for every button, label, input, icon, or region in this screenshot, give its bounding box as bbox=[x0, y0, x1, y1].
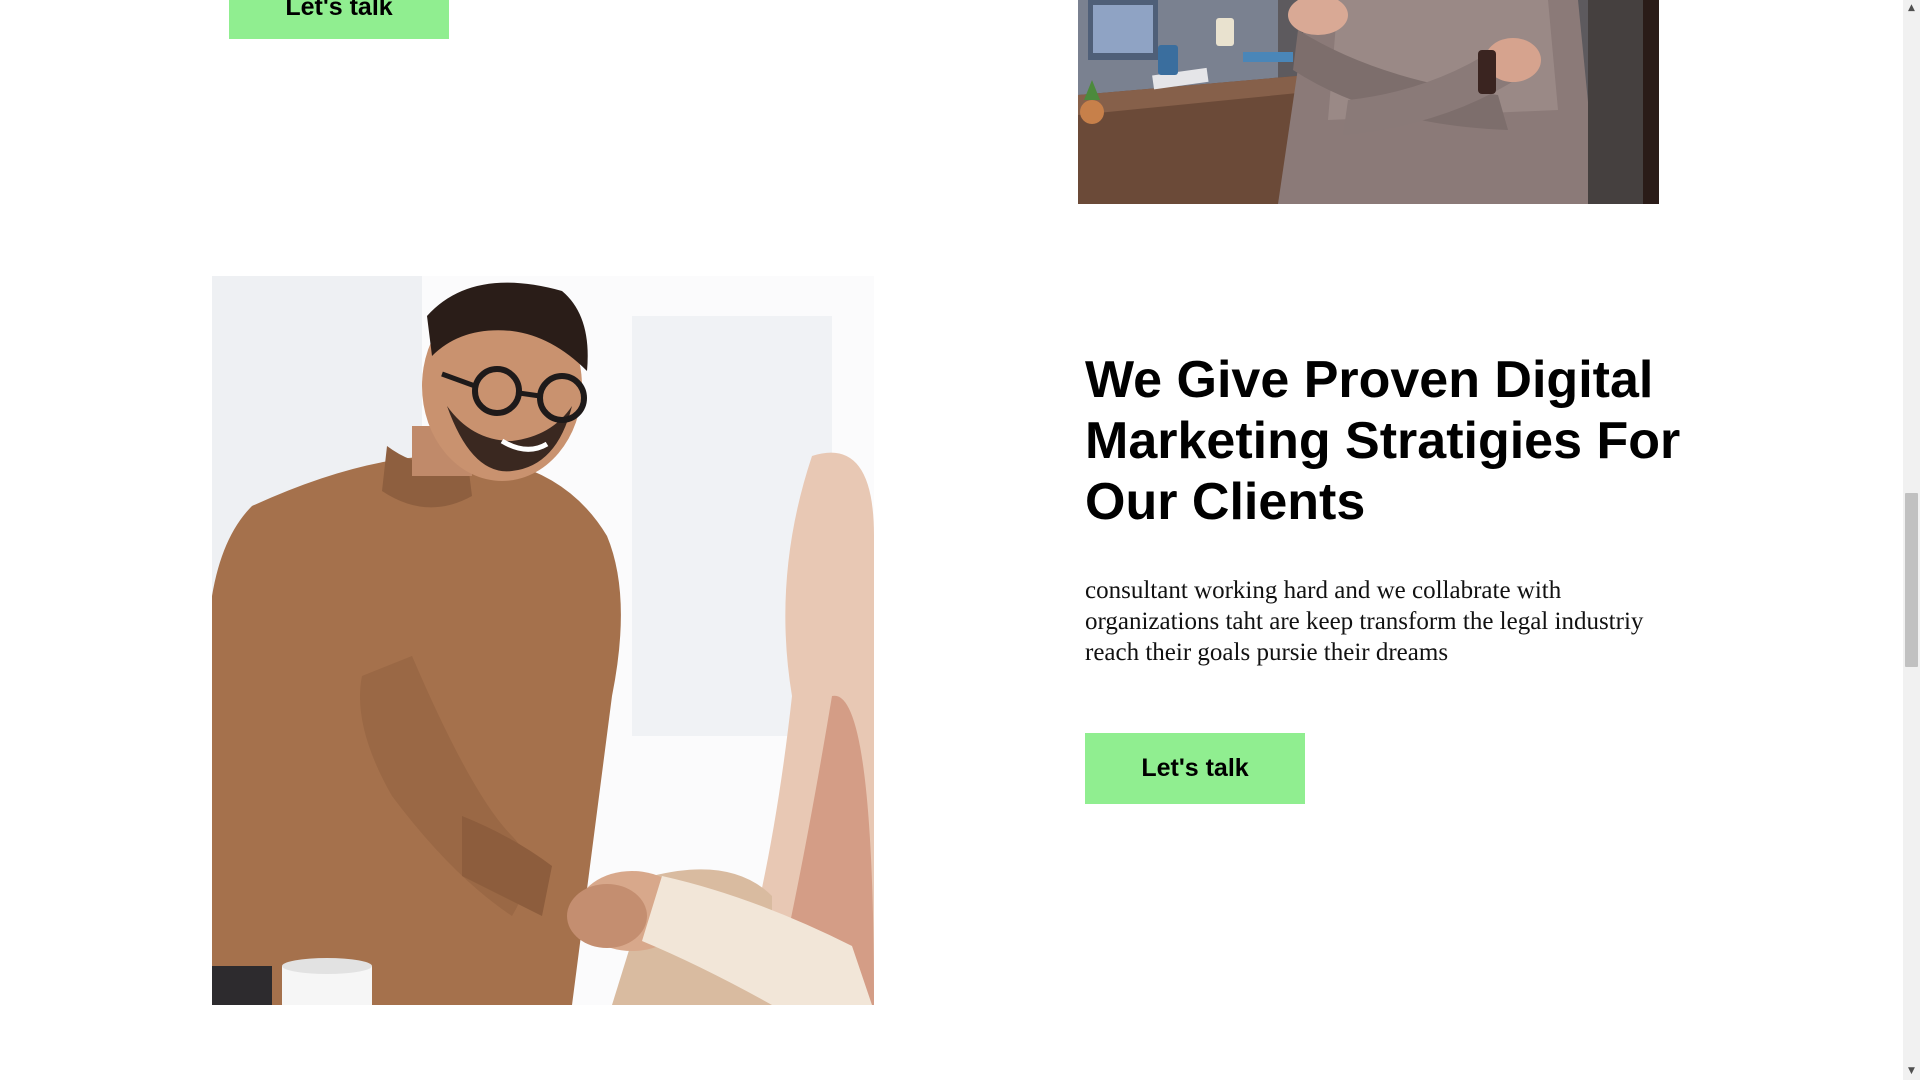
office-person-photo bbox=[1078, 0, 1659, 204]
page: Let's talk We Give Proven Digital Market… bbox=[0, 0, 1920, 1080]
feature-heading: We Give Proven Digital Marketing Stratig… bbox=[1085, 351, 1681, 531]
lets-talk-button[interactable]: Let's talk bbox=[1085, 733, 1305, 804]
handshake-photo bbox=[212, 276, 874, 1005]
feature-text-block: We Give Proven Digital Marketing Stratig… bbox=[1085, 350, 1725, 804]
vertical-scrollbar[interactable]: ▲ ▼ bbox=[1903, 0, 1920, 1080]
scroll-down-arrow-icon[interactable]: ▼ bbox=[1903, 1063, 1920, 1080]
scroll-up-arrow-icon[interactable]: ▲ bbox=[1903, 0, 1920, 17]
scroll-thumb[interactable] bbox=[1905, 493, 1918, 667]
feature-description: consultant working hard and we collabrat… bbox=[1085, 577, 1644, 666]
lets-talk-button-top[interactable]: Let's talk bbox=[229, 0, 449, 39]
